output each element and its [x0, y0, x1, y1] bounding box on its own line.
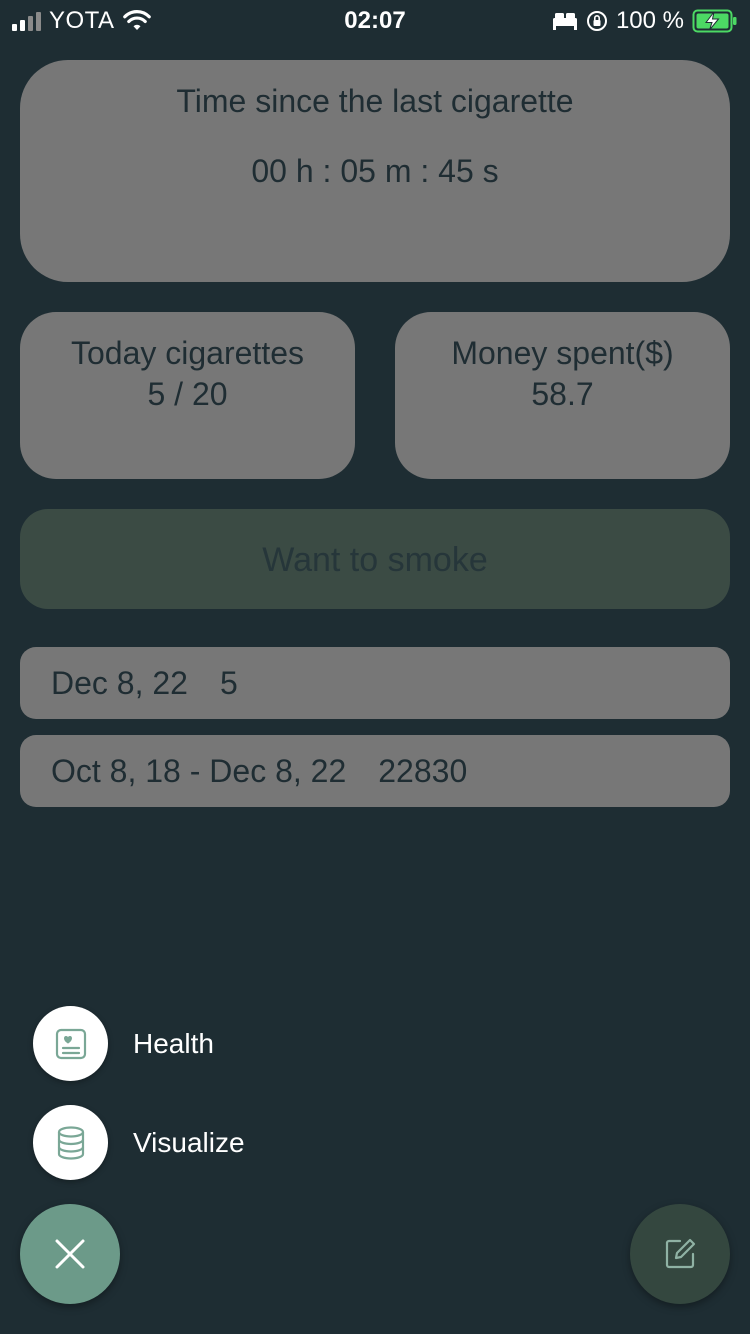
timer-value: 00 h : 05 m : 45 s — [251, 153, 499, 189]
history-row-count: 5 — [219, 665, 238, 701]
fab-menu-item-visualize[interactable]: Visualize — [33, 1105, 245, 1180]
bed-icon — [552, 13, 577, 30]
battery-charging-icon — [692, 9, 737, 33]
money-spent-card: Money spent($) 58.7 — [395, 312, 730, 479]
edit-button[interactable] — [630, 1204, 730, 1304]
health-card-icon — [55, 1028, 86, 1059]
history-row-date: Oct 8, 18 - Dec 8, 22 — [51, 753, 347, 789]
want-to-smoke-button[interactable]: Want to smoke — [20, 509, 730, 609]
health-button[interactable] — [33, 1006, 108, 1081]
close-icon — [55, 1239, 85, 1269]
money-spent-value: 58.7 — [531, 376, 594, 412]
battery-percent: 100 % — [615, 7, 684, 34]
fab-menu-item-health[interactable]: Health — [33, 1006, 214, 1081]
visualize-button[interactable] — [33, 1105, 108, 1180]
history-row-date: Dec 8, 22 — [51, 665, 188, 701]
database-icon — [57, 1125, 84, 1160]
edit-icon — [665, 1238, 696, 1269]
timer-title: Time since the last cigarette — [176, 83, 574, 119]
status-right: 100 % — [552, 6, 738, 36]
today-cigarettes-card: Today cigarettes 5 / 20 — [20, 312, 355, 479]
health-label: Health — [133, 1027, 214, 1059]
orientation-lock-icon — [586, 11, 607, 31]
history-row-count: 22830 — [378, 753, 468, 789]
visualize-label: Visualize — [133, 1126, 245, 1158]
status-bar: YOTA 02:07 100 % — [0, 0, 750, 42]
today-cigarettes-value: 5 / 20 — [147, 376, 228, 412]
history-row-total: Oct 8, 18 - Dec 8, 22 22830 — [20, 735, 730, 807]
today-cigarettes-label: Today cigarettes — [70, 335, 304, 371]
money-spent-label: Money spent($) — [451, 335, 674, 371]
history-row-today: Dec 8, 22 5 — [20, 647, 730, 719]
time-since-last-cigarette-card: Time since the last cigarette 00 h : 05 … — [20, 60, 730, 282]
close-menu-button[interactable] — [20, 1204, 120, 1304]
